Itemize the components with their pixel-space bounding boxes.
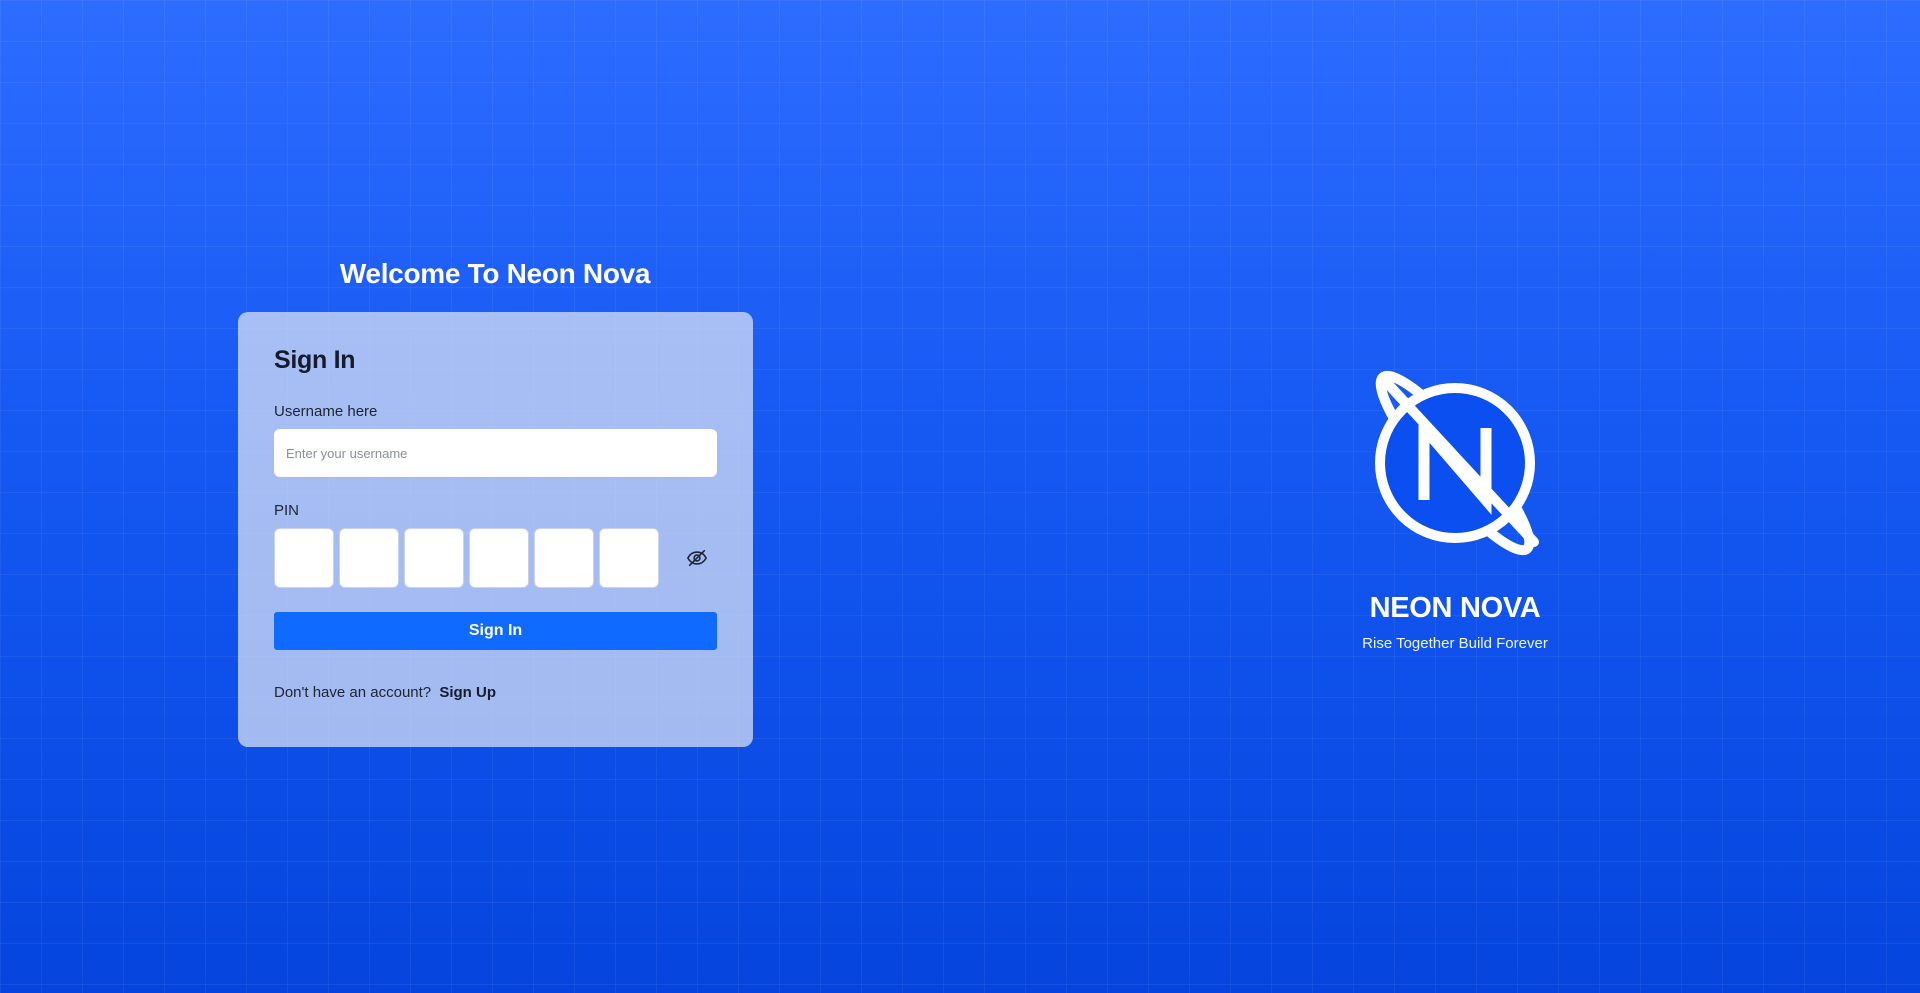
pin-digit-6[interactable] xyxy=(599,528,659,588)
pin-digit-4[interactable] xyxy=(469,528,529,588)
pin-label: PIN xyxy=(274,502,300,519)
signin-card-title: Sign In xyxy=(274,346,356,374)
pin-digit-3[interactable] xyxy=(404,528,464,588)
brand-panel: NEON NOVA Rise Together Build Forever xyxy=(1300,370,1610,652)
signup-prompt: Don't have an account? xyxy=(274,684,432,701)
pin-digit-2[interactable] xyxy=(339,528,399,588)
username-label: Username here xyxy=(274,403,378,420)
signin-card: Sign In Username here PIN Sign In Don't … xyxy=(238,312,753,747)
brand-tagline: Rise Together Build Forever xyxy=(1362,635,1548,652)
signin-button[interactable]: Sign In xyxy=(274,612,717,650)
signup-link[interactable]: Sign Up xyxy=(439,684,496,701)
pin-input-group xyxy=(274,528,717,588)
welcome-title: Welcome To Neon Nova xyxy=(339,258,651,289)
signup-row: Don't have an account? Sign Up xyxy=(274,684,717,701)
pin-digit-1[interactable] xyxy=(274,528,334,588)
username-input[interactable] xyxy=(274,429,717,477)
planet-n-logo xyxy=(1375,370,1539,556)
eye-off-icon[interactable] xyxy=(684,545,710,571)
pin-digit-5[interactable] xyxy=(534,528,594,588)
brand-name: NEON NOVA xyxy=(1369,592,1541,624)
